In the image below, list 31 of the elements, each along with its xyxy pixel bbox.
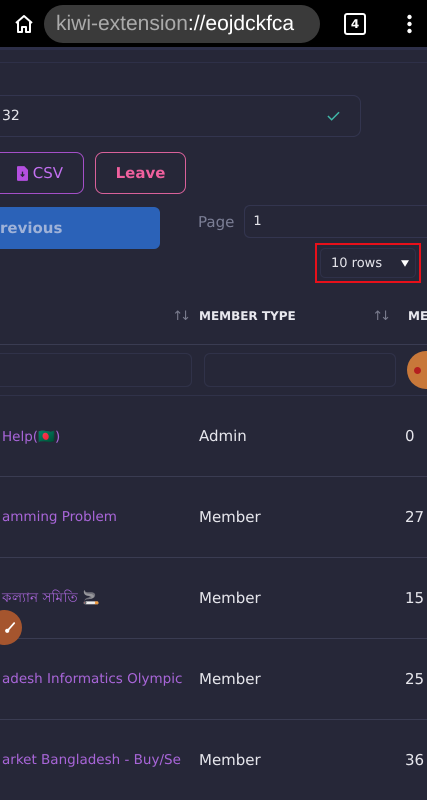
table-cell: 15 <box>405 589 424 607</box>
table-cell: Admin <box>199 427 247 445</box>
csv-button[interactable]: CSV <box>0 152 84 194</box>
column-header[interactable]: MEMBER TYPE <box>199 309 296 323</box>
brush-icon <box>3 620 17 634</box>
column-header[interactable]: ME <box>408 309 427 323</box>
file-download-icon <box>16 166 28 180</box>
table-cell: 0 <box>405 427 415 445</box>
group-link[interactable]: amming Problem <box>0 509 117 525</box>
table-cell: Member <box>199 508 261 526</box>
group-link[interactable]: কল্যান সমিতি 🚬 <box>0 586 100 610</box>
leave-button[interactable]: Leave <box>95 152 186 194</box>
search-field[interactable]: 32 <box>0 95 361 137</box>
page-field[interactable]: 1 <box>244 205 427 238</box>
group-link[interactable]: arket Bangladesh - Buy/Se <box>0 752 181 768</box>
table-cell: Member <box>199 589 261 607</box>
menu-icon[interactable] <box>406 14 413 34</box>
caret-icon <box>401 260 409 266</box>
address-bar[interactable]: kiwi-extension://eojdckfca <box>44 4 320 42</box>
sort-icon[interactable]: ↑↓ <box>372 308 388 324</box>
rows-dropdown[interactable]: 10 rows <box>320 248 416 278</box>
table-cell: Member <box>199 670 261 688</box>
sort-icon[interactable]: ↑↓ <box>172 308 188 324</box>
table-cell: 27 <box>405 508 424 526</box>
group-link[interactable]: adesh Informatics Olympic <box>0 671 182 687</box>
tab-count-button[interactable]: 4 <box>344 12 366 34</box>
table-cell: 25 <box>405 670 424 688</box>
page-label: Page <box>198 212 234 230</box>
previous-button[interactable]: revious <box>0 207 160 249</box>
table-cell: Member <box>199 751 261 769</box>
table-cell: 36 <box>405 751 424 769</box>
